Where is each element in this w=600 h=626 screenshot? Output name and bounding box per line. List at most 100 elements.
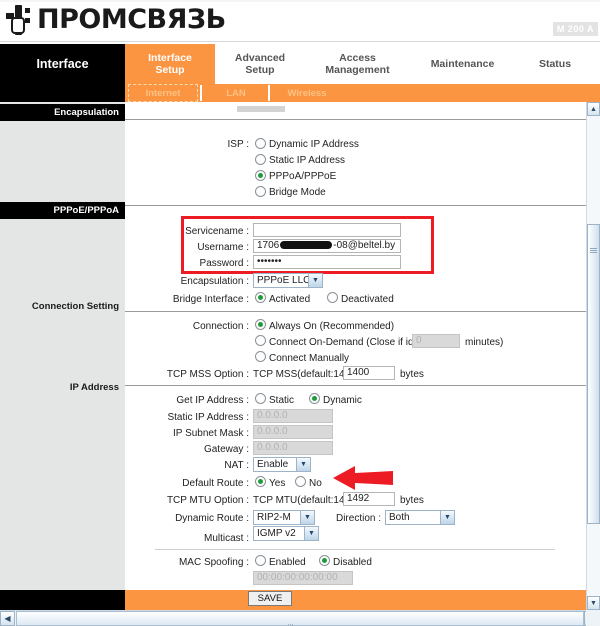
brand-name: ПРОМСВЯЗЬ (37, 4, 226, 35)
sidebar-section-pppoe-pppoa: PPPoE/PPPoA (0, 202, 125, 219)
idle-timeout-input: 0 (412, 334, 460, 348)
main-navbar: Interface Interface Setup Advanced Setup… (0, 44, 600, 84)
multicast-select[interactable]: IGMP v2 ▼ (253, 526, 319, 541)
radio-isp-static-ip[interactable] (255, 154, 266, 165)
direction-select[interactable]: Both ▼ (385, 510, 455, 525)
radio-get-ip-static[interactable] (255, 393, 266, 404)
sidebar-section-connection-setting: Connection Setting (31, 301, 119, 312)
tab-maintenance[interactable]: Maintenance (410, 44, 515, 84)
default-route-label: Default Route : (182, 478, 249, 489)
chevron-down-icon: ▼ (304, 527, 318, 540)
password-label: Password : (199, 258, 249, 269)
subtab-lan[interactable]: LAN (205, 84, 267, 102)
radio-connection-always-on-label: Always On (Recommended) (269, 321, 395, 332)
tcp-mss-unit: bytes (400, 369, 424, 380)
tab-access-management[interactable]: Access Management (305, 44, 410, 84)
tab-maintenance-line1: Maintenance (430, 58, 495, 70)
subnet-mask-label: IP Subnet Mask : (173, 428, 249, 439)
dynamic-route-value: RIP2-M (257, 512, 291, 523)
username-value-prefix: 1706 (257, 240, 280, 251)
servicename-input[interactable] (253, 223, 401, 237)
settings-form: ISP : Dynamic IP Address Static IP Addre… (125, 102, 586, 590)
scrollbar-corner (586, 610, 600, 626)
radio-get-ip-dynamic[interactable] (309, 393, 320, 404)
scroll-down-arrow-icon[interactable]: ▼ (587, 596, 600, 610)
radio-mac-spoofing-disabled[interactable] (319, 555, 330, 566)
footer-spacer (0, 590, 125, 610)
save-button[interactable]: SAVE (248, 591, 292, 606)
radio-default-route-yes[interactable] (255, 476, 266, 487)
tab-interface-setup-line1: Interface (148, 52, 192, 64)
vertical-scroll-grip-icon (590, 248, 597, 253)
subnet-mask-input: 0.0.0.0 (253, 425, 333, 439)
radio-connection-always-on[interactable] (255, 319, 266, 330)
dynamic-route-select[interactable]: RIP2-M ▼ (253, 510, 315, 525)
radio-isp-bridge-mode[interactable] (255, 186, 266, 197)
username-value-suffix: -08@beltel.by (333, 240, 396, 251)
radio-isp-dynamic-ip-label: Dynamic IP Address (269, 139, 359, 150)
radio-default-route-no[interactable] (295, 476, 306, 487)
username-redaction (280, 241, 333, 250)
scroll-up-arrow-icon[interactable]: ▲ (587, 102, 600, 116)
tcp-mss-input[interactable]: 1400 (343, 366, 395, 380)
tab-access-management-line1: Access (339, 52, 376, 64)
idle-timeout-unit: minutes) (465, 337, 504, 348)
horizontal-scrollbar[interactable]: ◀ ▶ (0, 610, 600, 626)
tab-advanced-setup-line2: Setup (245, 64, 275, 76)
main-tabs: Interface Setup Advanced Setup Access Ma… (125, 44, 600, 84)
device-model-badge: M 200 A (552, 22, 598, 36)
servicename-label: Servicename : (185, 226, 249, 237)
password-input[interactable]: ••••••• (253, 255, 401, 269)
username-input[interactable]: 1706 -08@beltel.by (253, 239, 401, 253)
radio-connection-manual[interactable] (255, 351, 266, 362)
encapsulation-select[interactable]: PPPoE LLC ▼ (253, 273, 323, 288)
radio-bridge-activated[interactable] (255, 292, 266, 303)
subtab-wireless[interactable]: Wireless (272, 84, 342, 102)
encapsulation-value: PPPoE LLC (257, 275, 311, 286)
sub-navbar: Internet LAN Wireless (0, 84, 600, 102)
sidebar-section-ip-address: IP Address (69, 382, 119, 393)
radio-mac-spoofing-enabled[interactable] (255, 555, 266, 566)
radio-isp-dynamic-ip[interactable] (255, 138, 266, 149)
vertical-scrollbar[interactable]: ▲ ▼ (586, 102, 600, 610)
tcp-mtu-input[interactable]: 1492 (343, 492, 395, 506)
horizontal-scroll-thumb[interactable] (16, 611, 584, 626)
radio-connection-on-demand[interactable] (255, 335, 266, 346)
chevron-down-icon: ▼ (300, 511, 314, 524)
radio-bridge-activated-label: Activated (269, 294, 311, 305)
multicast-value: IGMP v2 (257, 528, 296, 539)
header-top-rule (0, 0, 600, 2)
subtab-internet[interactable]: Internet (128, 84, 198, 102)
tcp-mtu-unit: bytes (400, 495, 424, 506)
mac-spoofing-label: MAC Spoofing : (178, 557, 249, 568)
connection-label: Connection : (192, 321, 249, 332)
red-arrow-annotation (333, 466, 393, 490)
radio-isp-pppoa-pppoe[interactable] (255, 170, 266, 181)
tab-status[interactable]: Status (515, 44, 595, 84)
tab-advanced-setup-line1: Advanced (234, 52, 286, 64)
static-ip-label: Static IP Address : (167, 412, 249, 423)
nat-select[interactable]: Enable ▼ (253, 457, 311, 472)
radio-bridge-deactivated[interactable] (327, 292, 338, 303)
direction-label: Direction : (335, 513, 381, 524)
brand-logo: ПРОМСВЯЗЬ (6, 5, 226, 35)
vertical-scroll-thumb[interactable] (587, 224, 600, 524)
nat-value: Enable (257, 459, 289, 470)
radio-mac-spoofing-disabled-label: Disabled (333, 557, 372, 568)
radio-default-route-no-label: No (309, 478, 322, 489)
username-label: Username : (197, 242, 249, 253)
horizontal-scroll-grip-icon (288, 616, 296, 626)
tab-interface-setup[interactable]: Interface Setup (125, 44, 215, 84)
nat-label: NAT : (224, 460, 249, 471)
radio-default-route-yes-label: Yes (269, 478, 286, 489)
direction-value: Both (389, 512, 410, 523)
radio-isp-static-ip-label: Static IP Address (269, 155, 345, 166)
sidebar: Encapsulation PPPoE/PPPoA Connection Set… (0, 102, 125, 590)
router-config-page: ПРОМСВЯЗЬ M 200 A Interface Interface Se… (0, 0, 600, 626)
page-header: ПРОМСВЯЗЬ M 200 A (0, 0, 600, 44)
chevron-down-icon: ▼ (308, 274, 322, 287)
tab-advanced-setup[interactable]: Advanced Setup (215, 44, 305, 84)
get-ip-address-label: Get IP Address : (176, 395, 249, 406)
isp-label: ISP : (227, 139, 250, 150)
scroll-left-arrow-icon[interactable]: ◀ (0, 611, 15, 626)
